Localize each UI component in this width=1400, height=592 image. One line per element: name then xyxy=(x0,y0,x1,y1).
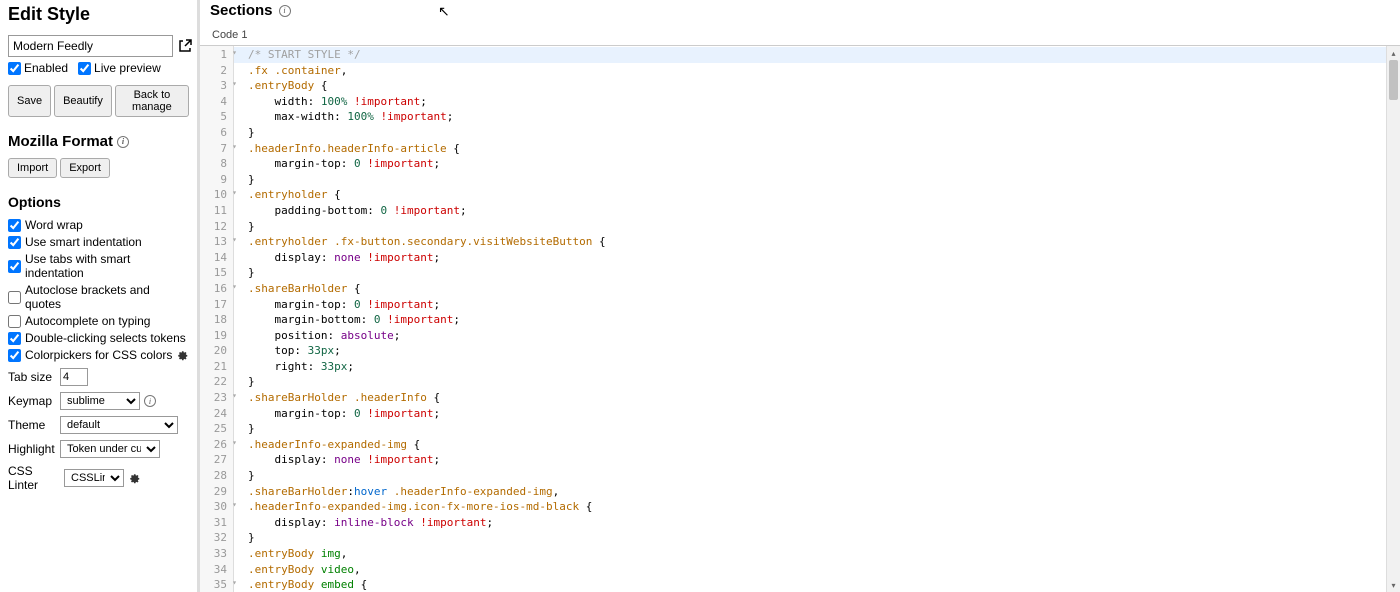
highlight-select[interactable]: Token under cursor xyxy=(60,440,160,458)
theme-label: Theme xyxy=(8,418,56,432)
tabssmart-checkbox[interactable] xyxy=(8,260,21,273)
vertical-scrollbar[interactable]: ▴ ▾ xyxy=(1386,46,1400,592)
scroll-down-button[interactable]: ▾ xyxy=(1387,578,1400,592)
wordwrap-label[interactable]: Word wrap xyxy=(25,218,83,232)
livepreview-checkbox[interactable] xyxy=(78,62,91,75)
scroll-up-button[interactable]: ▴ xyxy=(1387,46,1400,60)
import-button[interactable]: Import xyxy=(8,158,57,178)
gear-icon[interactable] xyxy=(176,349,188,361)
beautify-button[interactable]: Beautify xyxy=(54,85,112,117)
tab-size-input[interactable] xyxy=(60,368,88,386)
keymap-label: Keymap xyxy=(8,394,56,408)
export-button[interactable]: Export xyxy=(60,158,110,178)
enabled-label-text: Enabled xyxy=(24,61,68,75)
code-editor[interactable]: 1234567891011121314151617181920212223242… xyxy=(200,45,1400,592)
gear-icon[interactable] xyxy=(128,472,140,484)
livepreview-label-text: Live preview xyxy=(94,61,161,75)
wordwrap-checkbox[interactable] xyxy=(8,219,21,232)
info-icon[interactable]: i xyxy=(279,5,291,17)
page-title: Edit Style xyxy=(8,4,189,25)
main-panel: ↖ Sections i Code 1 12345678910111213141… xyxy=(200,0,1400,592)
css-linter-select[interactable]: CSSLint xyxy=(64,469,124,487)
scroll-thumb[interactable] xyxy=(1389,60,1398,100)
colorpickers-checkbox[interactable] xyxy=(8,349,21,362)
dblclick-checkbox[interactable] xyxy=(8,332,21,345)
sections-heading: Sections xyxy=(210,2,273,19)
autocomplete-checkbox[interactable] xyxy=(8,315,21,328)
mozilla-format-title: Mozilla Format xyxy=(8,133,113,150)
colorpickers-label[interactable]: Colorpickers for CSS colors xyxy=(25,348,172,362)
sidebar: Edit Style Enabled Live preview Save Bea… xyxy=(0,0,200,592)
save-button[interactable]: Save xyxy=(8,85,51,117)
autoclose-label[interactable]: Autoclose brackets and quotes xyxy=(25,283,189,311)
enabled-checkbox[interactable] xyxy=(8,62,21,75)
style-name-input[interactable] xyxy=(8,35,173,57)
autoclose-checkbox[interactable] xyxy=(8,291,21,304)
smartindent-label[interactable]: Use smart indentation xyxy=(25,235,142,249)
theme-select[interactable]: default xyxy=(60,416,178,434)
css-linter-label: CSS Linter xyxy=(8,464,60,492)
code-section-label: Code 1 xyxy=(200,25,1400,45)
back-to-manage-button[interactable]: Back to manage xyxy=(115,85,189,117)
info-icon[interactable]: i xyxy=(144,395,156,407)
dblclick-label[interactable]: Double-clicking selects tokens xyxy=(25,331,186,345)
tabssmart-label[interactable]: Use tabs with smart indentation xyxy=(25,252,189,280)
code-content[interactable]: /* START STYLE */.fx .container,.entryBo… xyxy=(234,46,1386,592)
options-heading: Options xyxy=(8,194,189,210)
livepreview-checkbox-label[interactable]: Live preview xyxy=(78,61,161,75)
line-number-gutter: 1234567891011121314151617181920212223242… xyxy=(200,46,234,592)
keymap-select[interactable]: sublime xyxy=(60,392,140,410)
info-icon[interactable]: i xyxy=(117,136,129,148)
external-link-icon[interactable] xyxy=(177,38,193,54)
enabled-checkbox-label[interactable]: Enabled xyxy=(8,61,68,75)
mozilla-format-heading: Mozilla Format i xyxy=(8,133,189,150)
autocomplete-label[interactable]: Autocomplete on typing xyxy=(25,314,150,328)
tab-size-label: Tab size xyxy=(8,370,56,384)
highlight-label: Highlight xyxy=(8,442,56,456)
smartindent-checkbox[interactable] xyxy=(8,236,21,249)
